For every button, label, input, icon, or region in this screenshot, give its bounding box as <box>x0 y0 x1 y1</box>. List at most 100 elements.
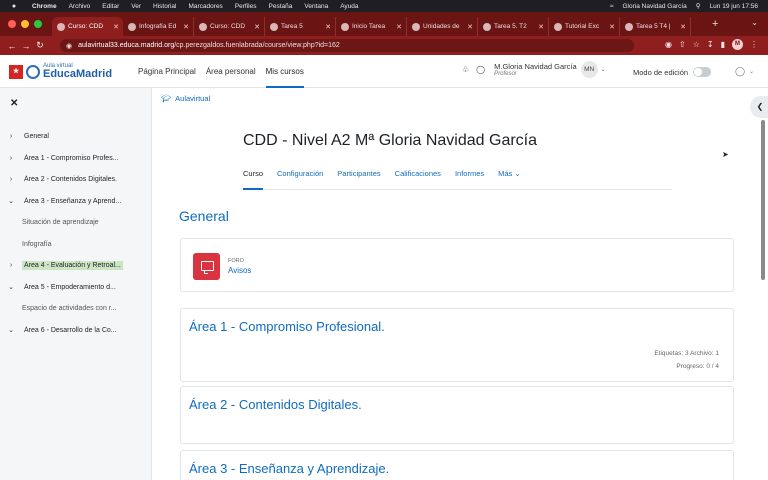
bell-icon[interactable]: ♧ <box>462 65 469 74</box>
minimize-window-icon[interactable] <box>21 20 29 28</box>
chevron-down-icon[interactable]: ⌄ <box>749 68 754 75</box>
browser-tab[interactable]: Tarea 5 ✕ <box>265 17 336 36</box>
course-index-item[interactable]: Espacio de actividades con r... <box>0 298 152 320</box>
browser-tab[interactable]: Infografía Ed ✕ <box>123 17 194 36</box>
course-index-item[interactable]: Infografía <box>0 234 152 256</box>
profile-avatar[interactable]: M <box>732 39 743 50</box>
course-index-item[interactable]: ⌄ Área 3 - Enseñanza y Aprend... <box>0 191 152 213</box>
menu-historial[interactable]: Historial <box>153 3 176 10</box>
chevron-right-icon[interactable]: › <box>0 133 22 140</box>
tab-search-icon[interactable]: ⌄ <box>751 18 758 27</box>
course-index-label: Área 3 - Enseñanza y Aprend... <box>24 197 122 205</box>
scrollbar[interactable] <box>761 120 765 280</box>
close-window-icon[interactable] <box>8 20 16 28</box>
course-tab[interactable]: Curso <box>243 167 264 190</box>
chevron-right-icon[interactable]: › <box>0 176 22 183</box>
section-title[interactable]: Área 1 - Compromiso Profesional. <box>189 319 385 334</box>
site-info-icon[interactable]: ◉ <box>66 42 72 50</box>
close-tab-icon[interactable]: ✕ <box>325 23 331 31</box>
menu-archivo[interactable]: Archivo <box>69 3 91 10</box>
course-index-item[interactable]: › Área 2 - Contenidos Digitales. <box>0 169 152 191</box>
course-tab[interactable]: Informes <box>455 167 484 190</box>
course-index-item[interactable]: › Área 1 - Compromiso Profes... <box>0 148 152 170</box>
section-title[interactable]: Área 3 - Enseñanza y Aprendizaje. <box>189 461 389 476</box>
main-content: 🎓︎ Aulavirtual CDD - Nivel A2 Mª Gloria … <box>152 88 768 480</box>
course-tab[interactable]: Más ⌄ <box>498 167 521 190</box>
favicon-icon <box>412 22 420 31</box>
chevron-down-icon[interactable]: ⌄ <box>0 283 22 291</box>
search-icon[interactable]: ⚲ <box>696 2 701 10</box>
close-tab-icon[interactable]: ✕ <box>680 23 686 31</box>
educamadrid-logo[interactable]: ★ Aula virtual EducaMadrid <box>9 63 112 80</box>
reload-icon[interactable]: ↻ <box>33 40 47 51</box>
zoom-window-icon[interactable] <box>34 20 42 28</box>
forward-arrow-icon[interactable]: → <box>19 41 33 51</box>
close-tab-icon[interactable]: ✕ <box>254 23 260 31</box>
primary-navigation: Página Principal Área personal Mis curso… <box>138 55 304 88</box>
close-tab-icon[interactable]: ✕ <box>538 23 544 31</box>
back-arrow-icon[interactable]: ← <box>5 41 19 51</box>
wifi-icon[interactable]: ≈ <box>610 3 614 10</box>
menu-app[interactable]: Chrome <box>32 3 57 10</box>
close-tab-icon[interactable]: ✕ <box>113 23 119 31</box>
browser-tab[interactable]: Curso: CDD ✕ <box>52 17 123 36</box>
menu-perfiles[interactable]: Perfiles <box>235 3 257 10</box>
course-index-item[interactable]: › Área 4 - Evaluación y Retroal... <box>0 255 152 277</box>
forum-link[interactable]: Avisos <box>228 266 251 275</box>
close-tab-icon[interactable]: ✕ <box>609 23 615 31</box>
menu-marcadores[interactable]: Marcadores <box>188 3 222 10</box>
favicon-icon <box>341 22 349 31</box>
new-tab-icon[interactable]: + <box>712 18 718 30</box>
chevron-down-icon[interactable]: ⌄ <box>0 197 22 205</box>
chevron-down-icon[interactable]: ⌄ <box>0 326 22 334</box>
section-general-heading[interactable]: General <box>179 208 229 224</box>
avatar[interactable]: MN <box>580 61 598 78</box>
menubar-clock[interactable]: Lun 19 jun 17:56 <box>710 3 758 10</box>
browser-tab[interactable]: Tutorial Exc ✕ <box>549 17 620 36</box>
browser-tab[interactable]: Unidades de ✕ <box>407 17 478 36</box>
close-tab-icon[interactable]: ✕ <box>467 23 473 31</box>
address-bar[interactable]: ◉ aulavirtual33.educa.madrid.org/cp.pere… <box>60 39 634 52</box>
course-index-item[interactable]: ⌄ Área 6 - Desarrollo de la Co... <box>0 320 152 342</box>
course-index-item[interactable]: ⌄ Área 5 - Empoderamiento d... <box>0 277 152 299</box>
section-title[interactable]: Área 2 - Contenidos Digitales. <box>189 397 362 412</box>
menu-ver[interactable]: Ver <box>131 3 141 10</box>
chevron-right-icon[interactable]: › <box>0 155 22 162</box>
menu-editar[interactable]: Editar <box>102 3 119 10</box>
browser-tab[interactable]: Inicio Tarea ✕ <box>336 17 407 36</box>
breadcrumb-link[interactable]: Aulavirtual <box>175 94 210 103</box>
nav-pagina-principal[interactable]: Página Principal <box>138 55 196 88</box>
course-tab[interactable]: Configuración <box>277 167 323 190</box>
nav-mis-cursos[interactable]: Mis cursos <box>265 55 304 88</box>
menu-ayuda[interactable]: Ayuda <box>340 3 358 10</box>
side-panel-icon[interactable]: ▮ <box>721 40 725 49</box>
menu-ventana[interactable]: Ventana <box>304 3 328 10</box>
chevron-down-icon[interactable]: ⌄ <box>601 66 606 73</box>
chrome-menu-icon[interactable]: ⋮ <box>750 40 758 49</box>
apple-icon[interactable]: ● <box>10 3 18 10</box>
loading-spinner-icon[interactable]: ◯ <box>735 66 745 77</box>
bookmark-star-icon[interactable]: ☆ <box>693 40 700 49</box>
course-index-item[interactable]: › General <box>0 126 152 148</box>
open-block-drawer-button[interactable]: ❮ <box>750 96 768 118</box>
share-icon[interactable]: ⇧ <box>679 40 686 49</box>
user-name-block[interactable]: M.Gloria Navidad García Profesor <box>494 62 577 77</box>
menu-pestana[interactable]: Pestaña <box>269 3 293 10</box>
download-icon[interactable]: ↧ <box>707 40 714 49</box>
chevron-right-icon[interactable]: › <box>0 262 22 269</box>
close-tab-icon[interactable]: ✕ <box>183 23 189 31</box>
course-tab[interactable]: Calificaciones <box>395 167 441 190</box>
close-icon[interactable]: ✕ <box>10 98 18 109</box>
nav-area-personal[interactable]: Área personal <box>206 55 256 88</box>
menubar-user[interactable]: Gloria Navidad García <box>622 3 686 10</box>
browser-tab[interactable]: Tarea 5 T4 | ✕ <box>620 17 691 36</box>
edit-mode-toggle[interactable] <box>693 67 712 77</box>
google-lens-icon[interactable]: ◉ <box>665 40 672 49</box>
browser-tab[interactable]: Tarea 5. T2 ✕ <box>478 17 549 36</box>
browser-tab[interactable]: Curso: CDD ✕ <box>194 17 265 36</box>
close-tab-icon[interactable]: ✕ <box>396 23 402 31</box>
chat-icon[interactable]: ◯ <box>476 65 485 74</box>
course-index-item[interactable]: Situación de aprendizaje <box>0 212 152 234</box>
forum-icon[interactable] <box>193 253 220 280</box>
course-tab[interactable]: Participantes <box>337 167 380 190</box>
